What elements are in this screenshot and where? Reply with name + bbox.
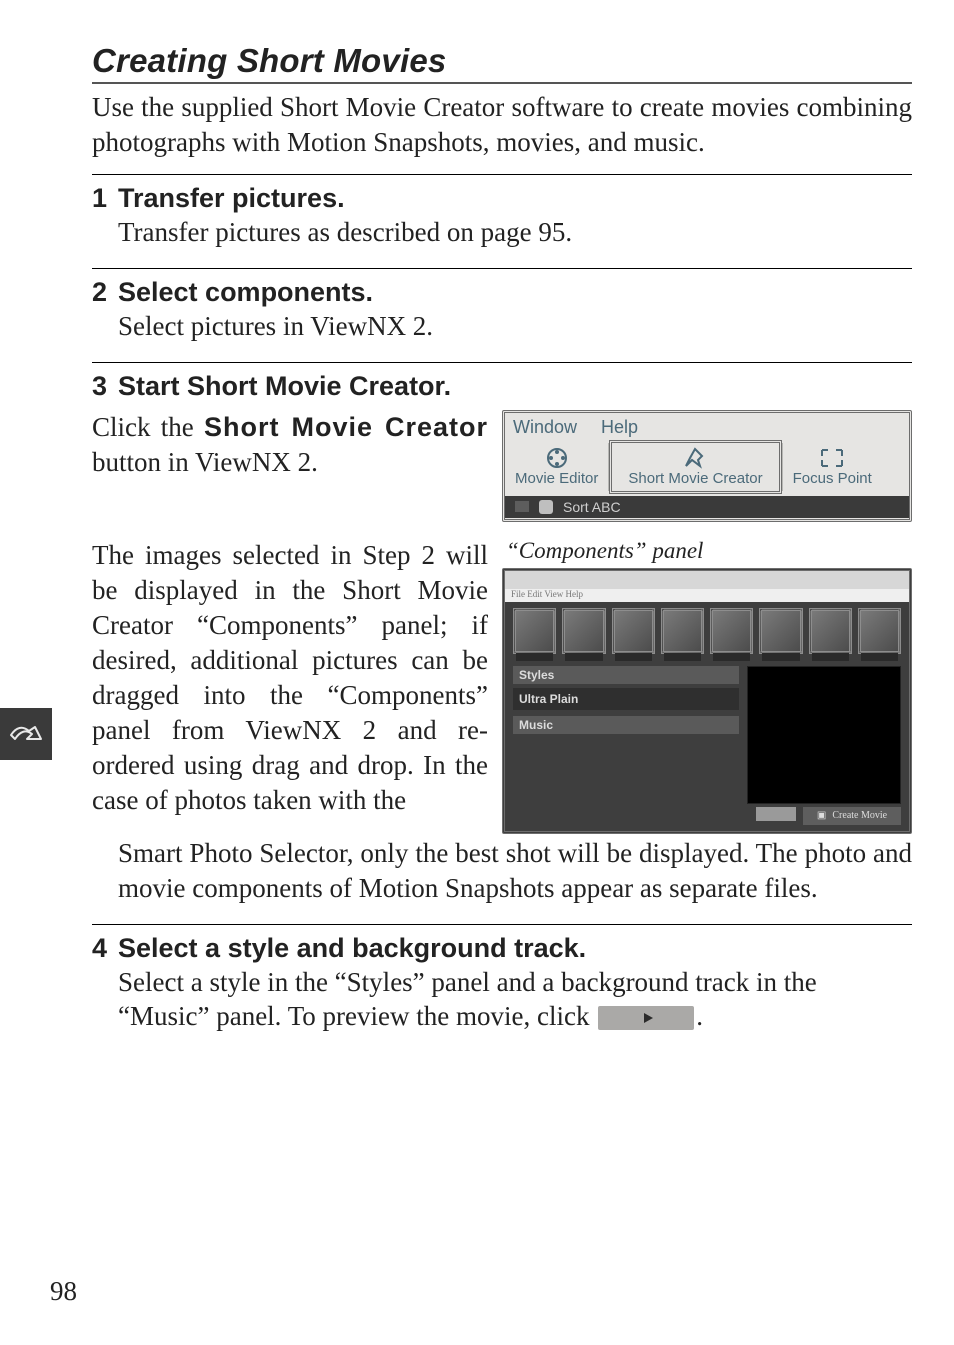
step-title: Start Short Movie Creator.: [118, 371, 451, 401]
short-movie-creator-button[interactable]: Short Movie Creator: [609, 440, 781, 494]
step-title: Select a style and background track.: [118, 933, 586, 963]
focus-point-button[interactable]: Focus Point: [783, 447, 882, 487]
heading-rule: [92, 82, 912, 84]
step3-after: Smart Photo Selector, only the best shot…: [92, 836, 912, 906]
component-thumb[interactable]: [759, 608, 802, 654]
step-number: 1: [92, 183, 107, 214]
step-number: 2: [92, 277, 107, 308]
smc-menubar: File Edit View Help: [505, 589, 909, 602]
short-movie-creator-label: Short Movie Creator: [628, 470, 762, 487]
step-1: 1 Transfer pictures. Transfer pictures a…: [92, 174, 912, 250]
preview-play-chip[interactable]: [598, 1006, 694, 1030]
step4-pre: Select a style in the “Styles” panel and…: [118, 967, 817, 1031]
component-thumb[interactable]: [612, 608, 655, 654]
step-desc: Select a style in the “Styles” panel and…: [92, 966, 912, 1034]
step-title: Transfer pictures.: [118, 183, 345, 213]
step-desc: Select pictures in ViewNX 2.: [92, 310, 912, 344]
section-heading: Creating Short Movies: [92, 42, 912, 80]
step3-post: button in ViewNX 2.: [92, 447, 318, 477]
sort-label[interactable]: Sort ABC: [563, 499, 621, 515]
component-thumb[interactable]: [858, 608, 901, 654]
movie-editor-label: Movie Editor: [515, 470, 598, 487]
toolbar-lower-row: Sort ABC: [505, 496, 909, 518]
focus-brackets-icon: [818, 447, 846, 469]
movie-editor-button[interactable]: Movie Editor: [505, 447, 608, 487]
component-thumb[interactable]: [513, 608, 556, 654]
step-4: 4 Select a style and background track. S…: [92, 924, 912, 1034]
components-panel-strip[interactable]: [505, 602, 909, 660]
step-number: 3: [92, 371, 107, 402]
focus-point-label: Focus Point: [793, 470, 872, 487]
toolbar-menubar: Window Help: [505, 413, 909, 438]
short-movie-creator-strong: Short Movie Creator: [204, 412, 488, 442]
menu-help[interactable]: Help: [601, 417, 638, 438]
film-reel-icon: [543, 447, 571, 469]
styles-panel-header: Styles: [513, 666, 739, 684]
step-title: Select components.: [118, 277, 373, 307]
connection-arrow-icon: [9, 721, 43, 747]
film-icon: ▣: [817, 810, 826, 821]
short-movie-creator-window-figure: File Edit View Help Styles: [502, 568, 912, 834]
create-movie-button[interactable]: ▣ Create Movie: [803, 807, 901, 825]
thumb-size-icon[interactable]: [515, 501, 529, 512]
preview-play-button[interactable]: [756, 807, 796, 821]
music-panel-header: Music: [513, 716, 739, 734]
pin-icon: [680, 447, 710, 469]
viewnx-toolbar-figure: Window Help Movie Editor Short Movie: [502, 410, 912, 522]
smc-titlebar: [505, 571, 909, 589]
menu-window[interactable]: Window: [513, 417, 577, 438]
style-ultra-plain[interactable]: Ultra Plain: [513, 688, 739, 710]
component-thumb[interactable]: [562, 608, 605, 654]
page-number: 98: [50, 1276, 77, 1307]
step4-post: .: [696, 1001, 703, 1031]
component-thumb[interactable]: [661, 608, 704, 654]
step-2: 2 Select components. Select pictures in …: [92, 268, 912, 344]
create-movie-label: Create Movie: [832, 810, 887, 821]
step3-pre: Click the: [92, 412, 204, 442]
intro-paragraph: Use the supplied Short Movie Creator sof…: [92, 90, 912, 160]
components-panel-caption: “Components” panel: [506, 538, 912, 564]
component-thumb[interactable]: [809, 608, 852, 654]
step3-para2: The images selected in Step 2 will be di…: [92, 538, 488, 834]
options-gear-icon[interactable]: [539, 500, 553, 514]
step3-desc-left: Click the Short Movie Creator button in …: [92, 410, 488, 522]
style-ultra-plain-title: Ultra Plain: [519, 692, 578, 706]
step-number: 4: [92, 933, 107, 964]
step-3: 3 Start Short Movie Creator. Click the S…: [92, 362, 912, 906]
side-tab: [0, 708, 52, 760]
component-thumb[interactable]: [710, 608, 753, 654]
step-desc: Transfer pictures as described on page 9…: [92, 216, 912, 250]
preview-viewport: 00:00 / 00:00: [747, 666, 901, 804]
